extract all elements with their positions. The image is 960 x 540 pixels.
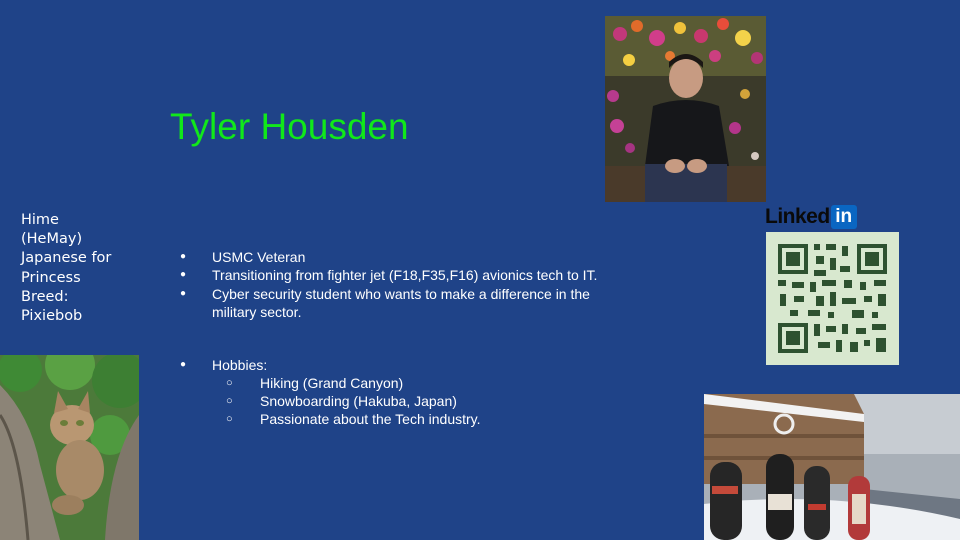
bullet-item: USMC Veteran [180,248,630,267]
linkedin-wordmark: Linked [765,205,830,228]
slide: Tyler Housden Hime (HeMay) Japanese for … [0,0,960,540]
hobby-item: Snowboarding (Hakuba, Japan) [180,392,630,410]
hobby-item: Hiking (Grand Canyon) [180,374,630,392]
cat-caption-line: Breed: [21,288,69,305]
cat-caption: Hime (HeMay) Japanese for Princess Breed… [21,211,126,326]
cat-caption-line: (HeMay) [21,231,83,248]
linkedin-logo: Linked in [765,204,857,230]
hobbies-list: Hobbies: Hiking (Grand Canyon) Snowboard… [180,356,630,428]
cat-photo [0,355,139,540]
bullet-item: Transitioning from fighter jet (F18,F35,… [180,266,630,285]
bullet-list: USMC Veteran Transitioning from fighter … [180,248,630,321]
bullet-item: Cyber security student who wants to make… [180,285,630,322]
slide-title: Tyler Housden [170,106,409,147]
hobbies-sublist: Hiking (Grand Canyon) Snowboarding (Haku… [180,374,630,428]
cat-caption-line: Hime [21,212,59,228]
qr-code[interactable] [766,232,899,365]
hobbies-heading: Hobbies: Hiking (Grand Canyon) Snowboard… [180,356,630,428]
hobby-item: Passionate about the Tech industry. [180,410,630,428]
portrait-photo [605,16,766,202]
hobbies-label: Hobbies: [212,357,268,373]
snowboards-photo [704,394,960,540]
linkedin-in-icon: in [830,205,857,229]
cat-caption-line: Princess [21,269,81,286]
cat-caption-line: Pixiebob [21,308,83,325]
cat-caption-line: Japanese for [21,250,112,267]
